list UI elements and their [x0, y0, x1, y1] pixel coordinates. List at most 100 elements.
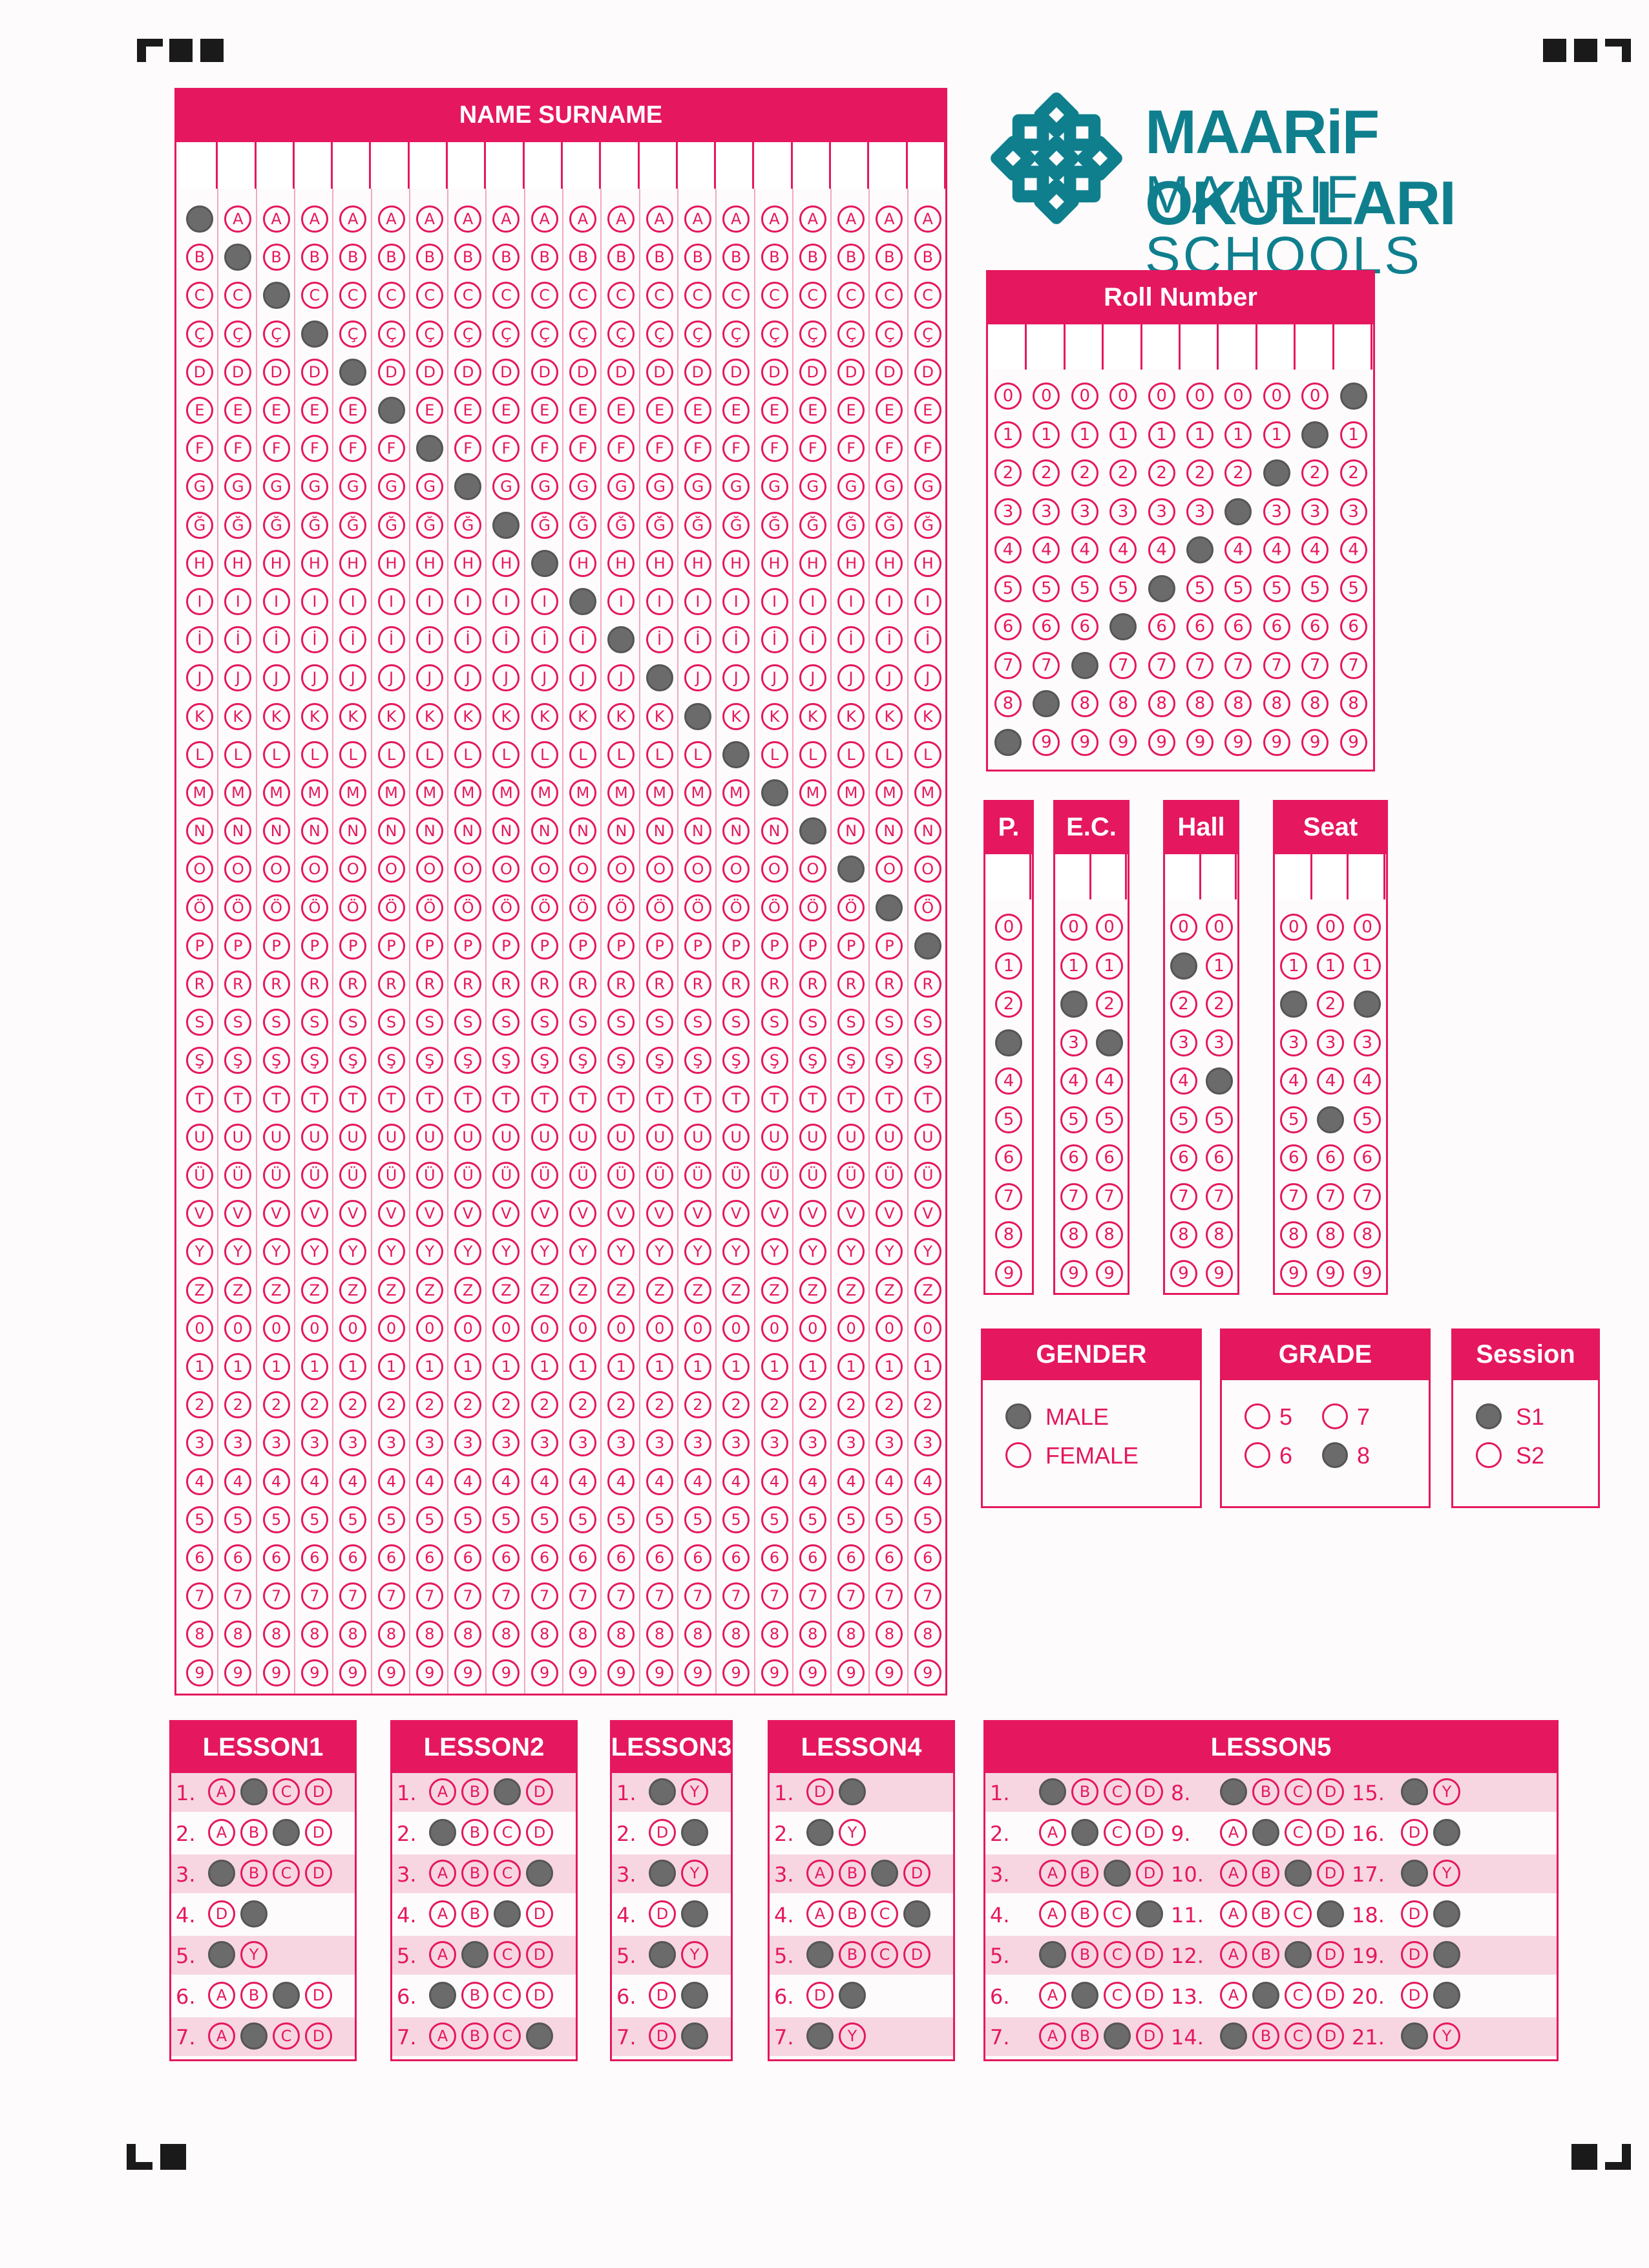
- name-letter-bubble[interactable]: 2: [530, 1391, 558, 1419]
- name-letter-bubble[interactable]: C: [646, 282, 673, 310]
- lesson-answer-bubble[interactable]: C: [1104, 1778, 1131, 1805]
- name-letter-bubble[interactable]: 9: [224, 1659, 252, 1686]
- roll-digit-bubble[interactable]: 0: [1109, 383, 1137, 410]
- name-letter-bubble[interactable]: Ö: [300, 894, 328, 921]
- name-letter-bubble[interactable]: 4: [262, 1467, 290, 1495]
- lesson-answer-bubble[interactable]: C: [1285, 2022, 1312, 2050]
- name-letter-bubble[interactable]: Z: [837, 1276, 865, 1304]
- name-letter-bubble[interactable]: L: [761, 740, 788, 768]
- lesson-answer-bubble[interactable]: C: [1285, 1900, 1312, 1927]
- name-letter-bubble[interactable]: A: [186, 205, 213, 233]
- name-letter-bubble[interactable]: 6: [186, 1544, 213, 1571]
- lesson-answer-bubble[interactable]: C: [494, 1900, 521, 1927]
- hall-digit-bubble[interactable]: 1: [1205, 952, 1233, 980]
- name-letter-bubble[interactable]: C: [914, 282, 941, 310]
- name-letter-bubble[interactable]: Ğ: [646, 511, 673, 539]
- name-letter-bubble[interactable]: 3: [684, 1429, 711, 1457]
- name-letter-bubble[interactable]: 0: [262, 1314, 290, 1342]
- lesson-answer-bubble[interactable]: D: [208, 1941, 235, 1968]
- name-letter-bubble[interactable]: İ: [799, 626, 826, 654]
- name-letter-bubble[interactable]: 4: [224, 1467, 252, 1495]
- roll-digit-bubble[interactable]: 3: [1148, 498, 1175, 525]
- name-letter-bubble[interactable]: 6: [761, 1544, 788, 1571]
- name-letter-bubble[interactable]: Ş: [684, 1047, 711, 1075]
- name-letter-bubble[interactable]: I: [607, 588, 635, 615]
- name-letter-bubble[interactable]: 6: [224, 1544, 252, 1571]
- name-letter-bubble[interactable]: 0: [492, 1314, 520, 1342]
- lesson-answer-bubble[interactable]: D: [1136, 1900, 1163, 1927]
- name-letter-bubble[interactable]: Z: [300, 1276, 328, 1304]
- roll-digit-bubble[interactable]: 3: [994, 498, 1022, 525]
- name-letter-bubble[interactable]: K: [186, 702, 213, 730]
- name-letter-bubble[interactable]: Ü: [569, 1162, 596, 1189]
- seat-digit-bubble[interactable]: 7: [1280, 1182, 1308, 1210]
- name-letter-bubble[interactable]: İ: [646, 626, 673, 654]
- name-letter-bubble[interactable]: L: [415, 740, 443, 768]
- p-digit-bubble[interactable]: 1: [995, 952, 1022, 980]
- name-letter-bubble[interactable]: I: [454, 588, 482, 615]
- name-letter-bubble[interactable]: E: [415, 397, 443, 424]
- name-letter-bubble[interactable]: Ç: [569, 320, 596, 348]
- lesson-answer-bubble[interactable]: B: [1252, 1819, 1279, 1846]
- name-letter-bubble[interactable]: V: [186, 1200, 213, 1228]
- name-letter-bubble[interactable]: B: [914, 244, 941, 271]
- lesson-answer-bubble[interactable]: C: [1104, 1900, 1131, 1927]
- lesson-answer-bubble[interactable]: Y: [681, 1860, 708, 1887]
- name-letter-bubble[interactable]: U: [262, 1123, 290, 1151]
- ec-digit-bubble[interactable]: 9: [1060, 1259, 1087, 1287]
- name-letter-bubble[interactable]: M: [837, 779, 865, 806]
- name-letter-bubble[interactable]: 7: [415, 1582, 443, 1610]
- name-letter-bubble[interactable]: L: [300, 740, 328, 768]
- roll-digit-bubble[interactable]: 6: [1301, 613, 1329, 640]
- name-letter-bubble[interactable]: Ü: [914, 1162, 941, 1189]
- name-letter-bubble[interactable]: H: [339, 549, 367, 577]
- name-letter-bubble[interactable]: 9: [300, 1659, 328, 1686]
- name-letter-bubble[interactable]: 1: [300, 1353, 328, 1380]
- name-letter-bubble[interactable]: 5: [569, 1506, 596, 1533]
- name-letter-bubble[interactable]: F: [377, 435, 405, 463]
- lesson-answer-bubble[interactable]: B: [1252, 1941, 1279, 1968]
- name-letter-bubble[interactable]: 9: [607, 1659, 635, 1686]
- name-letter-bubble[interactable]: D: [530, 358, 558, 386]
- name-letter-bubble[interactable]: 6: [569, 1544, 596, 1571]
- name-letter-bubble[interactable]: İ: [684, 626, 711, 654]
- name-letter-bubble[interactable]: Ö: [684, 894, 711, 921]
- name-letter-bubble[interactable]: H: [722, 549, 750, 577]
- roll-digit-bubble[interactable]: 0: [1263, 383, 1290, 410]
- name-letter-bubble[interactable]: 1: [186, 1353, 213, 1380]
- lesson-answer-bubble[interactable]: C: [1285, 1778, 1312, 1805]
- name-letter-bubble[interactable]: 6: [530, 1544, 558, 1571]
- name-letter-bubble[interactable]: 1: [377, 1353, 405, 1380]
- roll-digit-bubble[interactable]: 8: [1301, 690, 1329, 717]
- lesson-answer-bubble[interactable]: B: [1252, 2022, 1279, 2050]
- name-letter-bubble[interactable]: K: [876, 702, 903, 730]
- name-letter-bubble[interactable]: L: [224, 740, 252, 768]
- name-letter-bubble[interactable]: A: [300, 205, 328, 233]
- name-letter-bubble[interactable]: 5: [837, 1506, 865, 1533]
- name-letter-bubble[interactable]: 5: [377, 1506, 405, 1533]
- name-letter-bubble[interactable]: Ç: [415, 320, 443, 348]
- lesson-answer-bubble[interactable]: A: [208, 1778, 235, 1805]
- roll-digit-bubble[interactable]: 5: [1339, 574, 1367, 602]
- name-letter-bubble[interactable]: H: [876, 549, 903, 577]
- name-letter-bubble[interactable]: Ö: [569, 894, 596, 921]
- name-letter-bubble[interactable]: B: [262, 244, 290, 271]
- name-letter-bubble[interactable]: Ş: [377, 1047, 405, 1075]
- name-letter-bubble[interactable]: S: [377, 1009, 405, 1036]
- name-letter-bubble[interactable]: D: [876, 358, 903, 386]
- name-letter-bubble[interactable]: R: [530, 971, 558, 998]
- name-letter-bubble[interactable]: 9: [837, 1659, 865, 1686]
- name-letter-bubble[interactable]: I: [569, 588, 596, 615]
- lesson-answer-bubble[interactable]: D: [1136, 1860, 1163, 1887]
- name-letter-bubble[interactable]: A: [914, 205, 941, 233]
- name-letter-bubble[interactable]: Y: [684, 1238, 711, 1266]
- roll-digit-bubble[interactable]: 3: [1071, 498, 1098, 525]
- lesson-answer-bubble[interactable]: D: [1317, 1900, 1344, 1927]
- name-letter-bubble[interactable]: Ç: [876, 320, 903, 348]
- name-letter-bubble[interactable]: E: [646, 397, 673, 424]
- name-letter-bubble[interactable]: P: [300, 932, 328, 960]
- name-letter-bubble[interactable]: 0: [646, 1314, 673, 1342]
- name-letter-bubble[interactable]: Ö: [530, 894, 558, 921]
- name-letter-bubble[interactable]: Ğ: [492, 511, 520, 539]
- name-letter-bubble[interactable]: 4: [569, 1467, 596, 1495]
